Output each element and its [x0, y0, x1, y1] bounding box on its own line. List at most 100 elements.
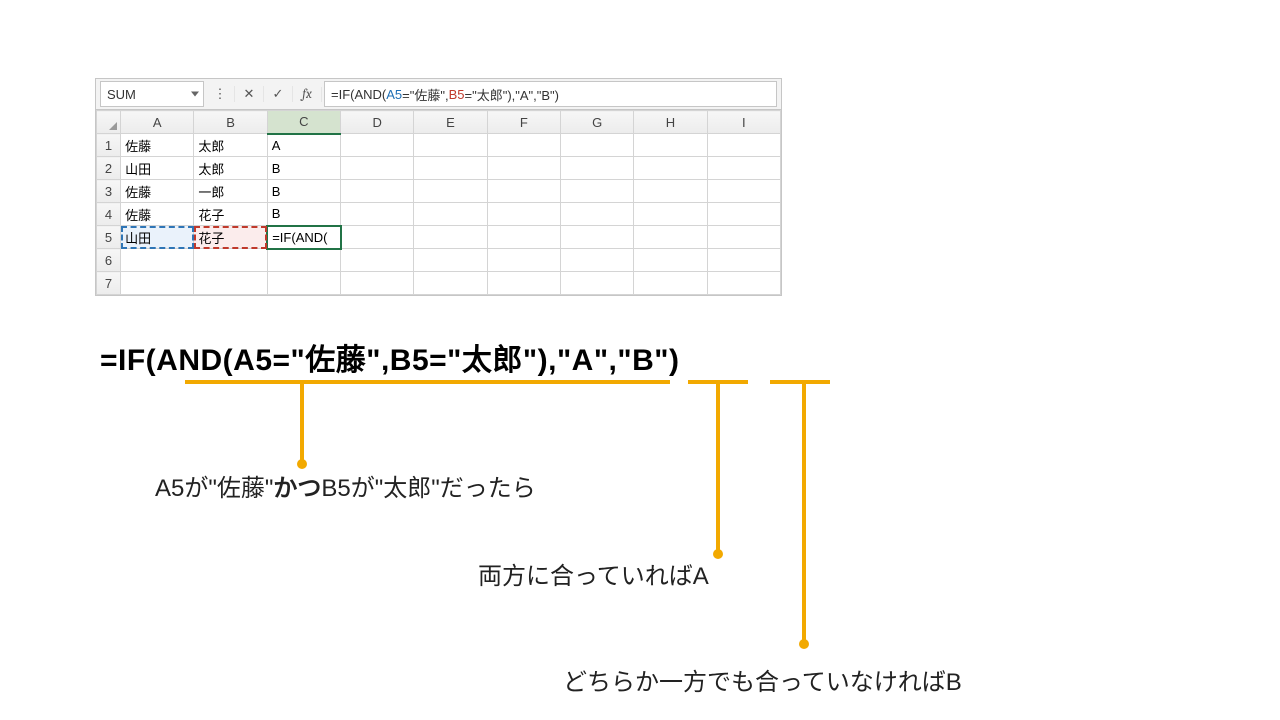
cell[interactable] [121, 272, 194, 295]
col-header-D[interactable]: D [341, 111, 414, 134]
cell[interactable]: A [267, 134, 340, 157]
big-formula-text: =IF(AND(A5="佐藤",B5="太郎"),"A","B") [100, 344, 680, 377]
cell[interactable] [414, 272, 487, 295]
excel-window: SUM ⋮ ✕ ✓ fx =IF(AND(A5="佐藤",B5="太郎"),"A… [95, 78, 782, 296]
cell[interactable] [414, 226, 487, 249]
arrow-dot-icon [799, 639, 809, 649]
cell[interactable] [341, 134, 414, 157]
row-header[interactable]: 1 [97, 134, 121, 157]
cell[interactable]: 山田 [121, 157, 194, 180]
cell[interactable] [194, 272, 267, 295]
cell[interactable] [707, 226, 780, 249]
cell[interactable]: 太郎 [194, 134, 267, 157]
cell[interactable] [341, 203, 414, 226]
cell[interactable]: 佐藤 [121, 180, 194, 203]
cell[interactable] [121, 249, 194, 272]
note-bold: かつ [273, 475, 321, 502]
arrow-true [716, 384, 720, 552]
cell[interactable] [560, 180, 633, 203]
cell[interactable] [341, 226, 414, 249]
dropdown-icon[interactable] [191, 92, 199, 97]
cell[interactable] [707, 249, 780, 272]
col-header-A[interactable]: A [121, 111, 194, 134]
cell[interactable] [560, 134, 633, 157]
cell[interactable]: B [267, 157, 340, 180]
row-header[interactable]: 6 [97, 249, 121, 272]
cell[interactable] [487, 180, 560, 203]
cell[interactable] [341, 180, 414, 203]
cell-c5-active[interactable]: =IF(AND( [267, 226, 340, 249]
cancel-icon[interactable]: ✕ [235, 86, 264, 102]
cell[interactable] [560, 157, 633, 180]
cell[interactable] [341, 272, 414, 295]
cell[interactable] [707, 203, 780, 226]
cell[interactable] [414, 134, 487, 157]
row-header[interactable]: 2 [97, 157, 121, 180]
cell[interactable]: 佐藤 [121, 203, 194, 226]
cell[interactable] [194, 249, 267, 272]
col-header-I[interactable]: I [707, 111, 780, 134]
col-header-H[interactable]: H [634, 111, 707, 134]
cell[interactable]: 一郎 [194, 180, 267, 203]
col-header-G[interactable]: G [560, 111, 633, 134]
name-box[interactable]: SUM [100, 81, 204, 107]
cell[interactable] [487, 203, 560, 226]
cell-b5[interactable]: 花子 [194, 226, 267, 249]
cell[interactable] [560, 272, 633, 295]
enter-icon[interactable]: ✓ [264, 86, 293, 102]
cell[interactable] [634, 226, 707, 249]
cell[interactable] [414, 157, 487, 180]
formula-input[interactable]: =IF(AND(A5="佐藤",B5="太郎"),"A","B") [324, 81, 777, 107]
cell[interactable] [634, 203, 707, 226]
col-header-F[interactable]: F [487, 111, 560, 134]
cell[interactable] [634, 157, 707, 180]
cell[interactable] [634, 272, 707, 295]
row-header[interactable]: 5 [97, 226, 121, 249]
cell[interactable] [487, 272, 560, 295]
note-text: A5が"佐藤" [155, 475, 273, 502]
cell[interactable] [267, 272, 340, 295]
cell[interactable] [341, 249, 414, 272]
cell[interactable] [414, 203, 487, 226]
cell[interactable] [560, 226, 633, 249]
cell[interactable] [487, 226, 560, 249]
note-condition: A5が"佐藤"かつB5が"太郎"だったら [155, 468, 536, 503]
cell[interactable] [487, 249, 560, 272]
cell[interactable] [267, 249, 340, 272]
fx-icon[interactable]: fx [293, 87, 322, 102]
spreadsheet-grid[interactable]: A B C D E F G H I 1 佐藤 太郎 A 2 山田 太郎 B [96, 110, 781, 295]
cell[interactable] [414, 249, 487, 272]
cell[interactable]: 佐藤 [121, 134, 194, 157]
cell[interactable] [707, 180, 780, 203]
cell[interactable]: B [267, 180, 340, 203]
row-header[interactable]: 7 [97, 272, 121, 295]
cell[interactable] [487, 134, 560, 157]
cell[interactable] [487, 157, 560, 180]
cell-a5[interactable]: 山田 [121, 226, 194, 249]
row-header[interactable]: 3 [97, 180, 121, 203]
cell[interactable]: 花子 [194, 203, 267, 226]
formula-ref-a5: A5 [386, 87, 402, 102]
cell[interactable]: 太郎 [194, 157, 267, 180]
divider-icon: ⋮ [206, 86, 235, 102]
formula-part: ="太郎"),"A","B") [465, 85, 560, 104]
formula-buttons: ⋮ ✕ ✓ fx [206, 79, 322, 109]
cell[interactable] [707, 157, 780, 180]
formula-part: =IF(AND( [331, 87, 386, 102]
cell[interactable] [341, 157, 414, 180]
cell[interactable] [560, 249, 633, 272]
select-all[interactable] [97, 111, 121, 134]
cell[interactable] [634, 249, 707, 272]
cell[interactable] [707, 272, 780, 295]
cell[interactable] [707, 134, 780, 157]
cell[interactable] [414, 180, 487, 203]
row-header[interactable]: 4 [97, 203, 121, 226]
arrow-condition [300, 384, 304, 462]
cell[interactable]: B [267, 203, 340, 226]
cell[interactable] [560, 203, 633, 226]
cell[interactable] [634, 134, 707, 157]
col-header-B[interactable]: B [194, 111, 267, 134]
col-header-C[interactable]: C [267, 111, 340, 134]
cell[interactable] [634, 180, 707, 203]
col-header-E[interactable]: E [414, 111, 487, 134]
